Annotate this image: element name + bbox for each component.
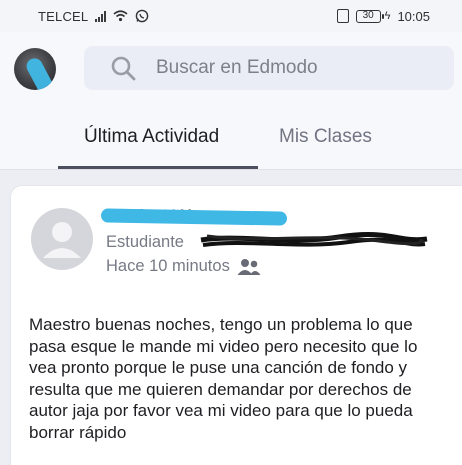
search-placeholder: Buscar en Edmodo bbox=[156, 57, 318, 78]
whatsapp-icon bbox=[136, 9, 149, 23]
wifi-icon bbox=[113, 10, 128, 22]
battery-icon: 30 bbox=[355, 9, 384, 23]
tab-bar: Última Actividad Mis Clases bbox=[0, 104, 462, 170]
search-icon bbox=[111, 56, 136, 81]
search-input[interactable]: Buscar en Edmodo bbox=[84, 46, 454, 90]
tab-mis-clases[interactable]: Mis Clases bbox=[279, 126, 372, 148]
status-right: 30 ϟ 10:05 bbox=[336, 8, 430, 24]
default-user-icon bbox=[43, 222, 81, 258]
post-time: Hace 10 minutos bbox=[106, 257, 230, 275]
carrier-name: TELCEL bbox=[38, 8, 89, 24]
author-avatar[interactable] bbox=[31, 208, 93, 270]
post-meta: Hace 10 minutos bbox=[106, 257, 261, 276]
role-redaction bbox=[200, 232, 428, 247]
app-header: Buscar en Edmodo bbox=[0, 32, 462, 104]
status-left: TELCEL bbox=[38, 9, 149, 24]
post-body: Maestro buenas noches, tengo un problema… bbox=[29, 315, 418, 442]
group-icon bbox=[237, 258, 261, 275]
clock: 10:05 bbox=[397, 8, 430, 24]
avatar-redaction bbox=[23, 55, 56, 90]
tab-ultima-actividad[interactable]: Última Actividad bbox=[84, 126, 219, 148]
status-bar: TELCEL 30 ϟ 10:05 bbox=[0, 0, 462, 32]
signal-icon bbox=[95, 10, 107, 22]
user-avatar[interactable] bbox=[14, 48, 56, 90]
charging-icon: ϟ bbox=[384, 10, 391, 22]
post-card: Rosita V Hn a Estudiante Hace 10 minutos… bbox=[10, 185, 462, 465]
author-role: Estudiante bbox=[106, 233, 184, 251]
active-tab-indicator bbox=[58, 166, 258, 169]
vibrate-icon bbox=[336, 9, 349, 23]
battery-level: 30 bbox=[362, 10, 374, 21]
